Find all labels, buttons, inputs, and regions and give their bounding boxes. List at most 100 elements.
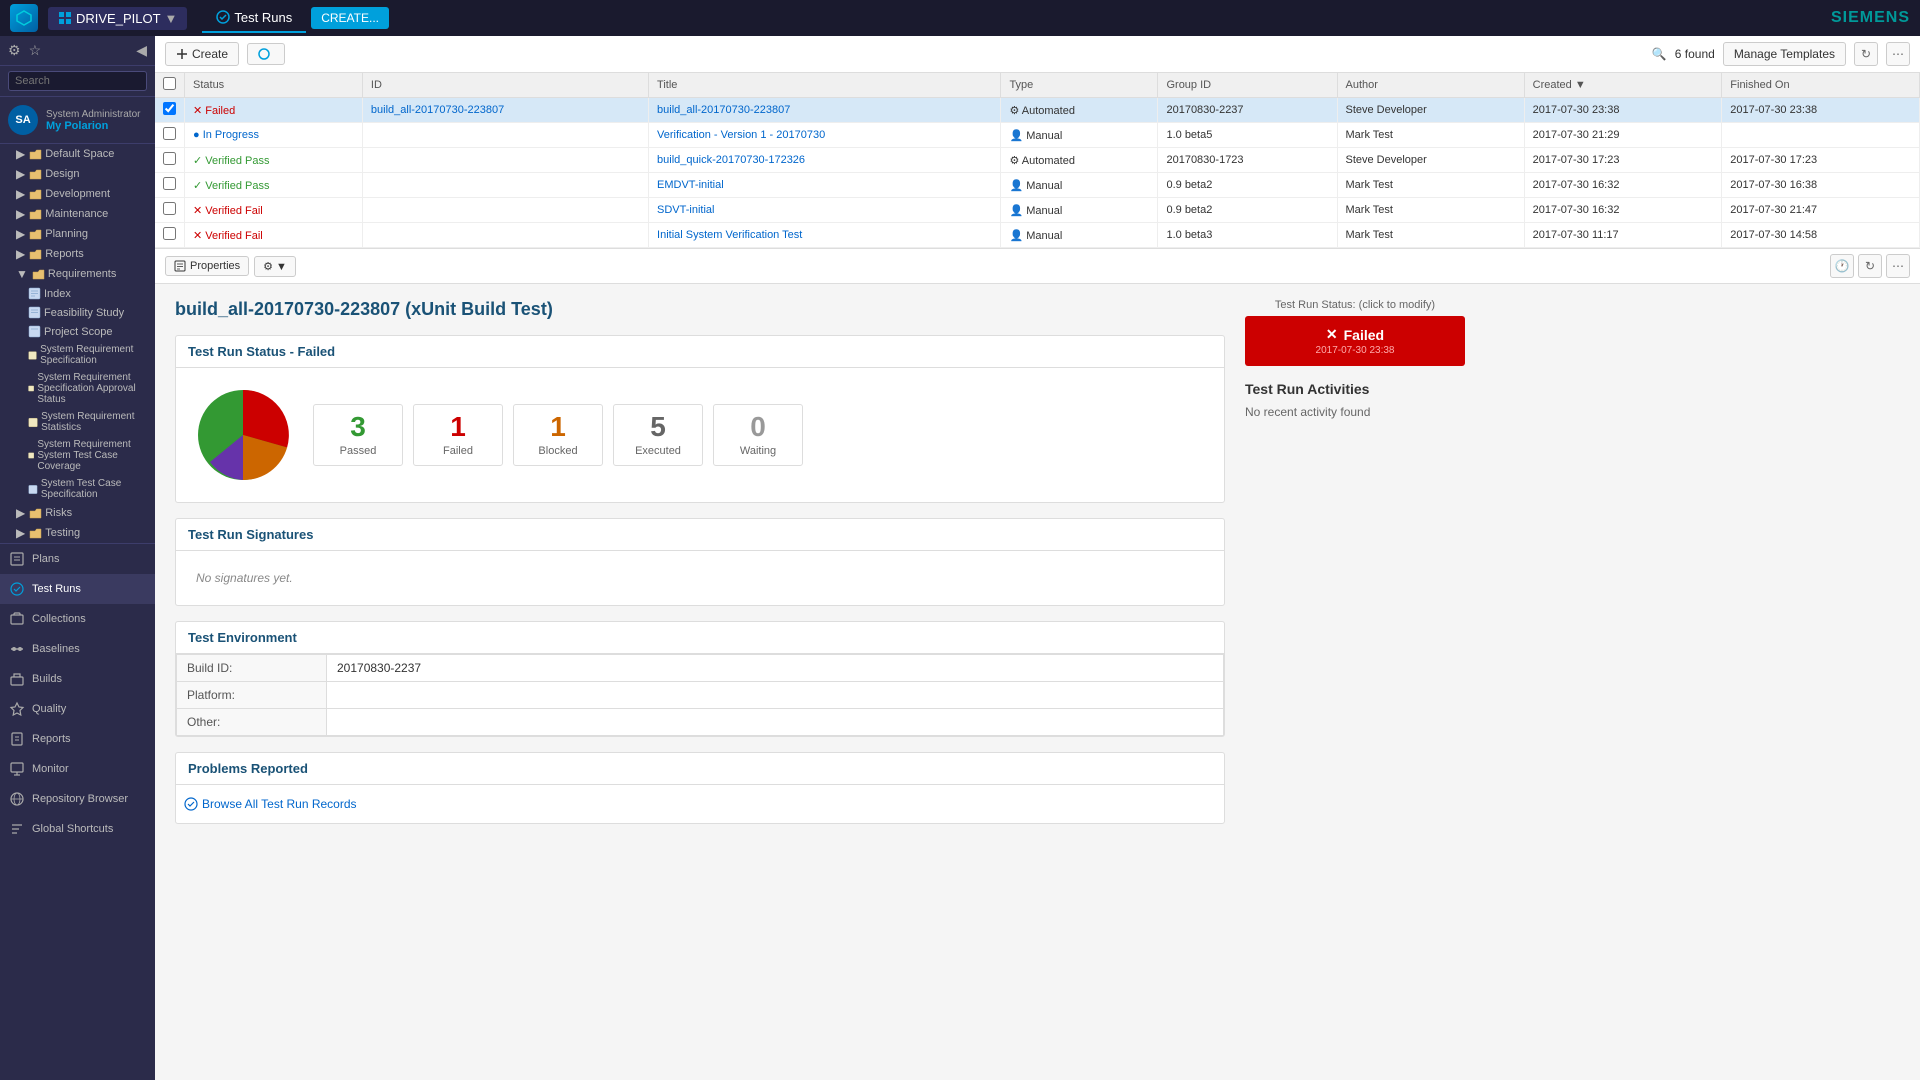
user-project[interactable]: My Polarion — [46, 120, 140, 132]
sidebar-item-index[interactable]: Index — [0, 284, 155, 303]
repo-browser-label: Repository Browser — [32, 793, 128, 805]
row-title[interactable]: build_all-20170730-223807 — [649, 98, 1001, 123]
row-type: ⚙ Automated — [1001, 148, 1158, 173]
activities-title: Test Run Activities — [1245, 381, 1465, 397]
row-title[interactable]: EMDVT-initial — [649, 173, 1001, 198]
row-title[interactable]: SDVT-initial — [649, 198, 1001, 223]
more-options-button[interactable]: ⋯ — [1886, 42, 1910, 66]
sidebar-item-collections[interactable]: Collections — [0, 604, 155, 634]
sidebar-collapse-btn[interactable]: ◀ — [136, 42, 147, 59]
row-checkbox[interactable] — [163, 202, 176, 215]
star-icon[interactable]: ☆ — [29, 42, 42, 59]
app-selector[interactable]: DRIVE_PILOT ▼ — [48, 7, 187, 30]
status-modify-label: Test Run Status: (click to modify) — [1245, 299, 1465, 311]
sidebar-item-sys-req-approval[interactable]: System Requirement Specification Approva… — [0, 369, 155, 408]
sidebar-item-feasibility-study[interactable]: Feasibility Study — [0, 303, 155, 322]
sidebar-item-test-runs[interactable]: Test Runs — [0, 574, 155, 604]
environment-section: Test Environment Build ID: 20170830-2237… — [175, 621, 1225, 737]
app-name: DRIVE_PILOT — [76, 11, 161, 26]
table-row[interactable]: ● In Progress Verification - Version 1 -… — [155, 123, 1920, 148]
row-type: 👤 Manual — [1001, 198, 1158, 223]
refresh-button[interactable]: ↻ — [1854, 42, 1878, 66]
failed-status-badge[interactable]: ✕ Failed 2017-07-30 23:38 — [1245, 316, 1465, 366]
status-section-header: Test Run Status - Failed — [176, 336, 1224, 368]
sidebar-item-builds[interactable]: Builds — [0, 664, 155, 694]
sidebar-item-reports[interactable]: ▶ Reports — [0, 244, 155, 264]
row-author: Mark Test — [1337, 198, 1524, 223]
sidebar-item-project-scope[interactable]: Project Scope — [0, 322, 155, 341]
row-created: 2017-07-30 23:38 — [1524, 98, 1722, 123]
table-row[interactable]: ✓ Verified Pass EMDVT-initial 👤 Manual 0… — [155, 173, 1920, 198]
create-button[interactable]: CREATE... — [311, 7, 389, 29]
detail-aside: Test Run Status: (click to modify) ✕ Fai… — [1245, 299, 1465, 839]
row-title[interactable]: Verification - Version 1 - 20170730 — [649, 123, 1001, 148]
row-finished: 2017-07-30 21:47 — [1722, 198, 1920, 223]
sidebar-item-testing[interactable]: ▶ Testing — [0, 523, 155, 543]
no-signatures-text: No signatures yet. — [188, 563, 1212, 593]
manage-templates-button[interactable]: Manage Templates — [1723, 42, 1846, 66]
env-label: Other: — [177, 709, 327, 736]
sidebar-item-maintenance[interactable]: ▶ Maintenance — [0, 204, 155, 224]
env-label: Build ID: — [177, 655, 327, 682]
create-run-button[interactable]: Create — [165, 42, 239, 66]
row-author: Mark Test — [1337, 173, 1524, 198]
row-checkbox[interactable] — [163, 227, 176, 240]
settings-icon[interactable]: ⚙ — [8, 42, 21, 59]
sidebar-item-sys-req-coverage[interactable]: System Requirement System Test Case Cove… — [0, 436, 155, 475]
detail-refresh-button[interactable]: ↻ — [1858, 254, 1882, 278]
sidebar-item-sys-req-stats[interactable]: System Requirement Statistics — [0, 408, 155, 436]
sidebar-item-global-shortcuts[interactable]: Global Shortcuts — [0, 814, 155, 844]
row-title[interactable]: build_quick-20170730-172326 — [649, 148, 1001, 173]
sidebar-item-planning[interactable]: ▶ Planning — [0, 224, 155, 244]
sidebar-item-sys-tc-spec[interactable]: System Test Case Specification — [0, 475, 155, 503]
table-row[interactable]: ✕ Verified Fail SDVT-initial 👤 Manual 0.… — [155, 198, 1920, 223]
sidebar-item-development[interactable]: ▶ Development — [0, 184, 155, 204]
row-finished: 2017-07-30 16:38 — [1722, 173, 1920, 198]
sidebar-search-input[interactable] — [8, 71, 147, 91]
row-title[interactable]: Initial System Verification Test — [649, 223, 1001, 248]
sidebar-item-design[interactable]: ▶ Design — [0, 164, 155, 184]
stat-executed: 5 Executed — [613, 404, 703, 466]
row-created: 2017-07-30 16:32 — [1524, 173, 1722, 198]
table-row[interactable]: ✓ Verified Pass build_quick-20170730-172… — [155, 148, 1920, 173]
detail-toolbar: Properties ⚙ ▼ 🕐 ↻ ⋯ — [155, 249, 1920, 284]
env-label: Platform: — [177, 682, 327, 709]
sidebar-item-sys-req-spec[interactable]: System Requirement Specification — [0, 341, 155, 369]
row-checkbox[interactable] — [163, 127, 176, 140]
select-all-checkbox[interactable] — [163, 77, 176, 90]
sidebar-item-requirements[interactable]: ▼ Requirements — [0, 264, 155, 284]
sidebar-item-reports2[interactable]: Reports — [0, 724, 155, 754]
detail-more-button[interactable]: ⋯ — [1886, 254, 1910, 278]
table-row[interactable]: ✕ Failed build_all-20170730-223807 build… — [155, 98, 1920, 123]
problems-section: Problems Reported Browse All Test Run Re… — [175, 752, 1225, 824]
sidebar-item-repo-browser[interactable]: Repository Browser — [0, 784, 155, 814]
row-checkbox[interactable] — [163, 177, 176, 190]
app-logo[interactable] — [10, 4, 38, 32]
row-group-id: 1.0 beta5 — [1158, 123, 1337, 148]
pin-tab-button[interactable] — [247, 43, 285, 65]
detail-gear-button[interactable]: ⚙ ▼ — [254, 256, 296, 277]
sidebar-item-baselines[interactable]: Baselines — [0, 634, 155, 664]
sidebar-item-plans[interactable]: Plans — [0, 544, 155, 574]
row-finished: 2017-07-30 23:38 — [1722, 98, 1920, 123]
row-created: 2017-07-30 21:29 — [1524, 123, 1722, 148]
properties-button[interactable]: Properties — [165, 256, 249, 276]
tab-test-runs[interactable]: Test Runs — [202, 4, 306, 33]
sidebar-item-quality[interactable]: Quality — [0, 694, 155, 724]
row-status: ✕ Failed — [185, 98, 363, 123]
env-value — [327, 709, 1224, 736]
reports-label: Reports — [32, 733, 71, 745]
row-checkbox[interactable] — [163, 152, 176, 165]
col-finished-on: Finished On — [1722, 73, 1920, 98]
row-id — [362, 198, 648, 223]
row-checkbox[interactable] — [163, 102, 176, 115]
browse-test-run-records-link[interactable]: Browse All Test Run Records — [176, 789, 1224, 819]
sidebar-item-risks[interactable]: ▶ Risks — [0, 503, 155, 523]
sidebar-item-default-space[interactable]: ▶ Default Space — [0, 144, 155, 164]
row-group-id: 20170830-2237 — [1158, 98, 1337, 123]
table-row[interactable]: ✕ Verified Fail Initial System Verificat… — [155, 223, 1920, 248]
sidebar-item-monitor[interactable]: Monitor — [0, 754, 155, 784]
row-id — [362, 173, 648, 198]
sidebar-user: SA System Administrator My Polarion — [0, 97, 155, 144]
history-button[interactable]: 🕐 — [1830, 254, 1854, 278]
